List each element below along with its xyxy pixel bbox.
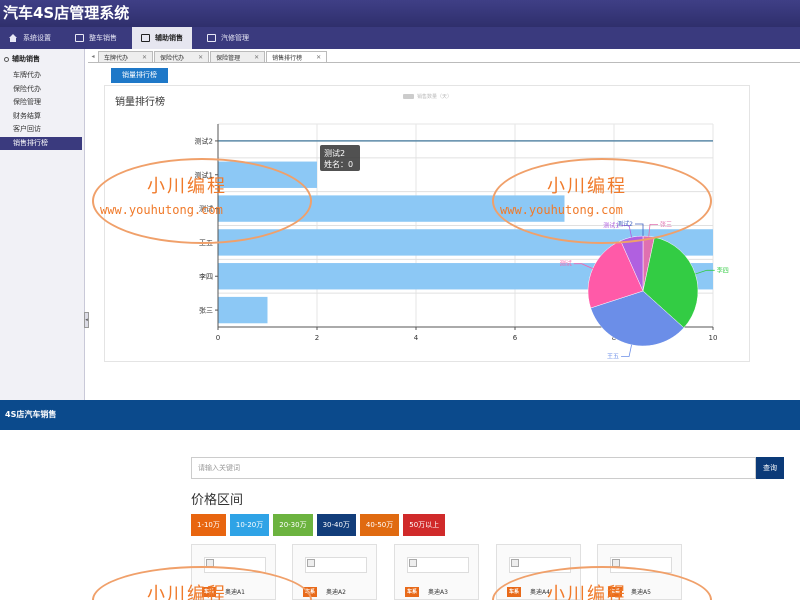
car-series-badge: 车系 [507, 587, 522, 597]
price-range-heading: 价格区间 [191, 493, 244, 508]
tooltip-line: 姓名：0 [324, 159, 353, 169]
pie-label-line [621, 344, 632, 357]
car-name: 奥迪A5 [631, 589, 651, 596]
price-range-button[interactable]: 20-30万 [273, 514, 313, 536]
tooltip-title: 测试2 [324, 148, 345, 158]
pie-label: 测试 [560, 260, 572, 268]
car-card[interactable]: 车系 奥迪A2 [292, 544, 377, 600]
pie-label: 张三 [660, 220, 672, 228]
site-header-bar: 4S店汽车销售 [0, 400, 800, 430]
search-button[interactable]: 查询 [756, 457, 784, 479]
car-series-badge: 车系 [303, 587, 318, 597]
y-tick-label: 测试2 [195, 136, 213, 145]
car-card[interactable]: 车系 奥迪A3 [394, 544, 479, 600]
price-range-button[interactable]: 40-50万 [359, 514, 400, 536]
price-range-button[interactable]: 30-40万 [316, 514, 356, 536]
car-name: 奥迪A2 [326, 589, 346, 596]
watermark-text: 小川编程 [547, 176, 627, 197]
price-range-button[interactable]: 1-10万 [191, 514, 226, 536]
broken-image-icon [305, 557, 367, 573]
x-tick-label: 10 [709, 334, 718, 342]
y-tick-label: 王五 [199, 239, 213, 247]
broken-image-icon [610, 557, 672, 573]
watermark-text: 小川编程 [147, 176, 227, 197]
broken-image-icon [204, 557, 266, 573]
broken-image-icon [509, 557, 571, 573]
sales-chart-canvas: 测试2测试1测试王五李四张三0246810测试2姓名：0张三李四王五测试测试1测… [195, 123, 729, 361]
pie-label: 测试2 [617, 220, 633, 228]
y-tick-label: 李四 [199, 272, 213, 281]
x-tick-label: 0 [216, 334, 220, 342]
x-tick-label: 2 [315, 334, 319, 342]
watermark-url: www.youhutong.com [100, 203, 223, 217]
y-tick-label: 张三 [199, 306, 213, 315]
car-name: 奥迪A3 [428, 589, 448, 596]
watermark-text: 小川编程 [147, 584, 227, 600]
price-range-button[interactable]: 10-20万 [229, 514, 270, 536]
car-series-badge: 车系 [405, 587, 420, 597]
pie-label: 李四 [717, 266, 729, 274]
bar-张三 [218, 296, 268, 324]
watermark-text: 小川编程 [547, 584, 627, 600]
car-name: 奥迪A1 [225, 589, 245, 596]
bar-测试1 [218, 161, 317, 188]
price-range-buttons: 1-10万 10-20万 20-30万 30-40万 40-50万 50万以上 [191, 514, 449, 536]
site-title: 4S店汽车销售 [5, 410, 57, 419]
x-tick-label: 4 [414, 334, 419, 342]
pie-label: 王五 [607, 354, 619, 361]
x-tick-label: 6 [513, 334, 518, 342]
price-range-button[interactable]: 50万以上 [403, 514, 446, 536]
broken-image-icon [407, 557, 469, 573]
watermark-url: www.youhutong.com [500, 203, 623, 217]
search-input[interactable] [191, 457, 756, 479]
